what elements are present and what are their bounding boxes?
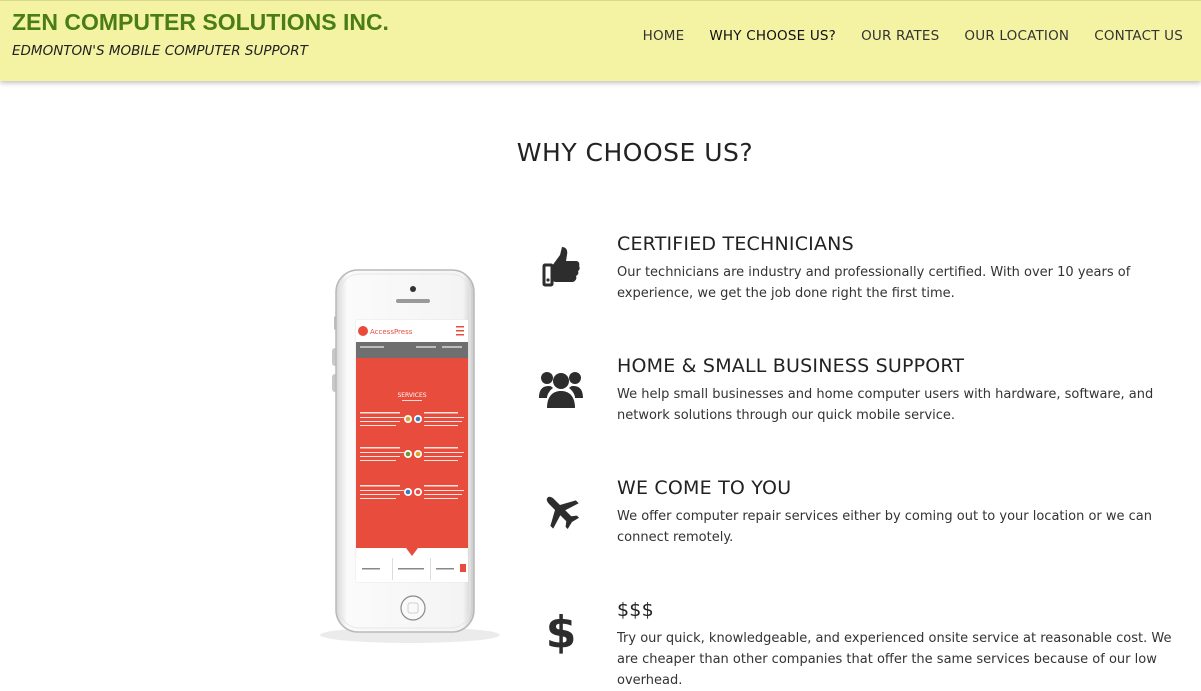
phone-screen-logo: AccessPress [370, 328, 413, 336]
nav-our-location[interactable]: OUR LOCATION [964, 28, 1069, 44]
nav-home[interactable]: HOME [643, 28, 685, 44]
phone-screen-section-label: SERVICES [397, 392, 426, 399]
feature-text-we-come-to-you: We offer computer repair services either… [617, 509, 1152, 545]
plane-icon [536, 486, 586, 536]
feature-title-certified-technicians: CERTIFIED TECHNICIANS [617, 233, 854, 255]
feature-title-we-come-to-you: WE COME TO YOU [617, 477, 792, 499]
feature-text-certified-technicians: Our technicians are industry and profess… [617, 265, 1131, 301]
page-title: WHY CHOOSE US? [516, 138, 754, 167]
thumbs-up-icon [536, 242, 586, 292]
users-icon [536, 364, 586, 414]
feature-title-pricing: $$$ [617, 599, 654, 621]
dollar-icon: $ [545, 607, 577, 658]
site-header: ZEN COMPUTER SOLUTIONS INC. EDMONTON'S M… [0, 0, 1201, 81]
phone-image: AccessPress SERVICES [310, 262, 500, 652]
feature-text-home-small-business: We help small businesses and home comput… [617, 387, 1154, 423]
nav-why-choose-us[interactable]: WHY CHOOSE US? [709, 28, 836, 44]
nav-contact-us[interactable]: CONTACT US [1094, 28, 1183, 44]
main-nav: HOME WHY CHOOSE US? OUR RATES OUR LOCATI… [643, 28, 1183, 44]
brand-title[interactable]: ZEN COMPUTER SOLUTIONS INC. [12, 9, 389, 36]
nav-our-rates[interactable]: OUR RATES [861, 28, 939, 44]
feature-title-home-small-business: HOME & SMALL BUSINESS SUPPORT [617, 355, 965, 377]
brand-tagline: EDMONTON'S MOBILE COMPUTER SUPPORT [12, 43, 308, 59]
